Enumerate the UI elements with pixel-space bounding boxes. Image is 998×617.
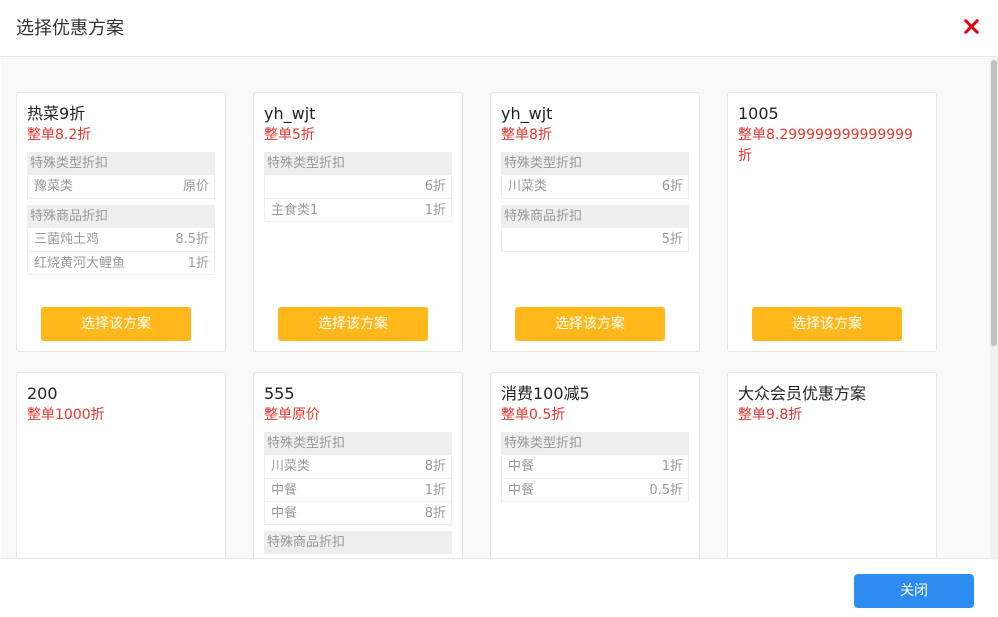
section-title: 特殊类型折扣: [27, 152, 215, 175]
discount-row: 三菌炖土鸡 8.5折: [28, 228, 214, 251]
section-title: 特殊类型折扣: [264, 432, 452, 455]
discount-row-label: 中餐: [271, 506, 298, 521]
discount-row-value: 0.5折: [649, 483, 683, 498]
close-button[interactable]: 关闭: [854, 574, 974, 608]
discount-row: 川菜类 6折: [502, 175, 688, 198]
choose-plan-button[interactable]: 选择该方案: [752, 307, 902, 341]
plan-discount: 整单0.5折: [501, 407, 566, 423]
scrollbar[interactable]: [990, 58, 998, 558]
discount-row: 豫菜类 原价: [28, 175, 214, 198]
discount-row-label: 川菜类: [508, 179, 548, 194]
plan-discount: 整单8.2折: [27, 127, 92, 143]
choose-plan-button[interactable]: 选择该方案: [515, 307, 665, 341]
discount-row-value: 8折: [424, 459, 446, 474]
discount-section: 特殊类型折扣川菜类 6折: [501, 152, 689, 199]
plan-discount: 整单9.8折: [738, 407, 803, 423]
section-title: 特殊商品折扣: [264, 531, 452, 554]
discount-row: 川菜类 8折: [265, 455, 451, 478]
plan-name: 1005: [738, 104, 779, 123]
section-title: 特殊类型折扣: [501, 152, 689, 175]
scrollbar-thumb[interactable]: [991, 60, 997, 346]
discount-row-label: 主食类1: [271, 203, 319, 218]
discount-row: 中餐 1折: [502, 455, 688, 478]
plan-discount: 整单8.299999999999999折: [738, 127, 913, 164]
discount-row: 5折: [502, 228, 688, 251]
discount-section: 特殊商品折扣三菌炖土鸡 8.5折红烧黄河大鲤鱼 1折: [27, 205, 215, 275]
discount-row: 中餐 8折: [265, 501, 451, 524]
plan-card[interactable]: yh_wjt 整单5折特殊类型折扣 6折主食类1 1折选择该方案: [253, 92, 463, 352]
section-title: 特殊类型折扣: [264, 152, 452, 175]
discount-row: 红烧黄河大鲤鱼 1折: [28, 251, 214, 274]
plan-card[interactable]: 1005 整单8.299999999999999折 选择该方案: [727, 92, 937, 352]
discount-row-value: 8.5折: [175, 232, 209, 247]
discount-section: 特殊商品折扣: [264, 531, 452, 554]
plan-discount: 整单5折: [264, 127, 315, 143]
dialog-header: 选择优惠方案: [0, 0, 998, 57]
discount-row-value: 8折: [424, 506, 446, 521]
discount-row-value: 5折: [661, 232, 683, 247]
discount-row-label: 三菌炖土鸡: [34, 232, 100, 247]
choose-plan-button[interactable]: 选择该方案: [278, 307, 428, 341]
plan-select-dialog: 选择优惠方案 热菜9折 整单8.2折 特殊类型折扣 豫菜类 原价 特殊商品折扣 三菌炖土鸡 8…: [0, 0, 998, 617]
discount-section: 特殊类型折扣豫菜类 原价: [27, 152, 215, 199]
plan-list[interactable]: 热菜9折 整单8.2折 特殊类型折扣 豫菜类 原价 特殊商品折扣 三菌炖土鸡 8.5折 红烧黄河…: [1, 58, 998, 558]
section-title: 特殊类型折扣: [501, 432, 689, 455]
plan-card[interactable]: 555 整单原价 特殊类型折扣 川菜类 8折 中餐 1折 中餐 8折 特殊商品折扣: [253, 372, 463, 558]
discount-row-label: 川菜类: [271, 459, 311, 474]
discount-row-label: 中餐: [271, 483, 298, 498]
discount-row-value: 6折: [661, 179, 683, 194]
plan-card[interactable]: yh_wjt 整单8折特殊类型折扣川菜类 6折特殊商品折扣 5折选择该方案: [490, 92, 700, 352]
plan-name: yh_wjt: [264, 104, 316, 123]
discount-row: 主食类1 1折: [265, 198, 451, 221]
discount-section: 特殊类型折扣 川菜类 8折 中餐 1折 中餐 8折: [264, 432, 452, 525]
plan-name: 555: [264, 384, 295, 403]
section-title: 特殊商品折扣: [501, 205, 689, 228]
section-title: 特殊商品折扣: [27, 205, 215, 228]
discount-row: 中餐 0.5折: [502, 478, 688, 501]
discount-row: 中餐 1折: [265, 478, 451, 501]
dialog-footer: 关闭: [0, 558, 998, 617]
plan-name: 200: [27, 384, 58, 403]
plan-card[interactable]: 大众会员优惠方案 整单9.8折: [727, 372, 937, 558]
discount-row-value: 原价: [182, 179, 209, 194]
plan-name: yh_wjt: [501, 104, 553, 123]
plan-card[interactable]: 热菜9折整单8.2折特殊类型折扣豫菜类 原价特殊商品折扣三菌炖土鸡 8.5折红烧黄河…: [16, 92, 226, 352]
plan-discount: 整单1000折: [27, 407, 105, 423]
discount-section: 特殊类型折扣 中餐 1折 中餐 0.5折: [501, 432, 689, 502]
discount-section: 特殊类型折扣 6折主食类1 1折: [264, 152, 452, 222]
discount-row-value: 1折: [424, 203, 446, 218]
plan-card[interactable]: 消费100减5 整单0.5折 特殊类型折扣 中餐 1折 中餐 0.5折: [490, 372, 700, 558]
discount-row-value: 6折: [424, 179, 446, 194]
discount-row-value: 1折: [187, 256, 209, 271]
discount-row: 6折: [265, 175, 451, 198]
close-x-icon[interactable]: [960, 15, 982, 37]
plan-name: 大众会员优惠方案: [738, 384, 867, 403]
plan-card[interactable]: 200 整单1000折: [16, 372, 226, 558]
discount-row-label: 豫菜类: [34, 179, 74, 194]
choose-plan-button[interactable]: 选择该方案: [41, 307, 191, 341]
plan-discount: 整单8折: [501, 127, 552, 143]
plan-discount: 整单原价: [264, 407, 320, 423]
plan-name: 热菜9折: [27, 104, 86, 123]
plan-name: 消费100减5: [501, 384, 590, 403]
discount-row-label: 中餐: [508, 483, 535, 498]
discount-row-label: 红烧黄河大鲤鱼: [34, 256, 126, 271]
discount-row-label: 中餐: [508, 459, 535, 474]
discount-row-value: 1折: [424, 483, 446, 498]
dialog-title: 选择优惠方案: [16, 18, 124, 39]
discount-row-value: 1折: [661, 459, 683, 474]
discount-section: 特殊商品折扣 5折: [501, 205, 689, 252]
